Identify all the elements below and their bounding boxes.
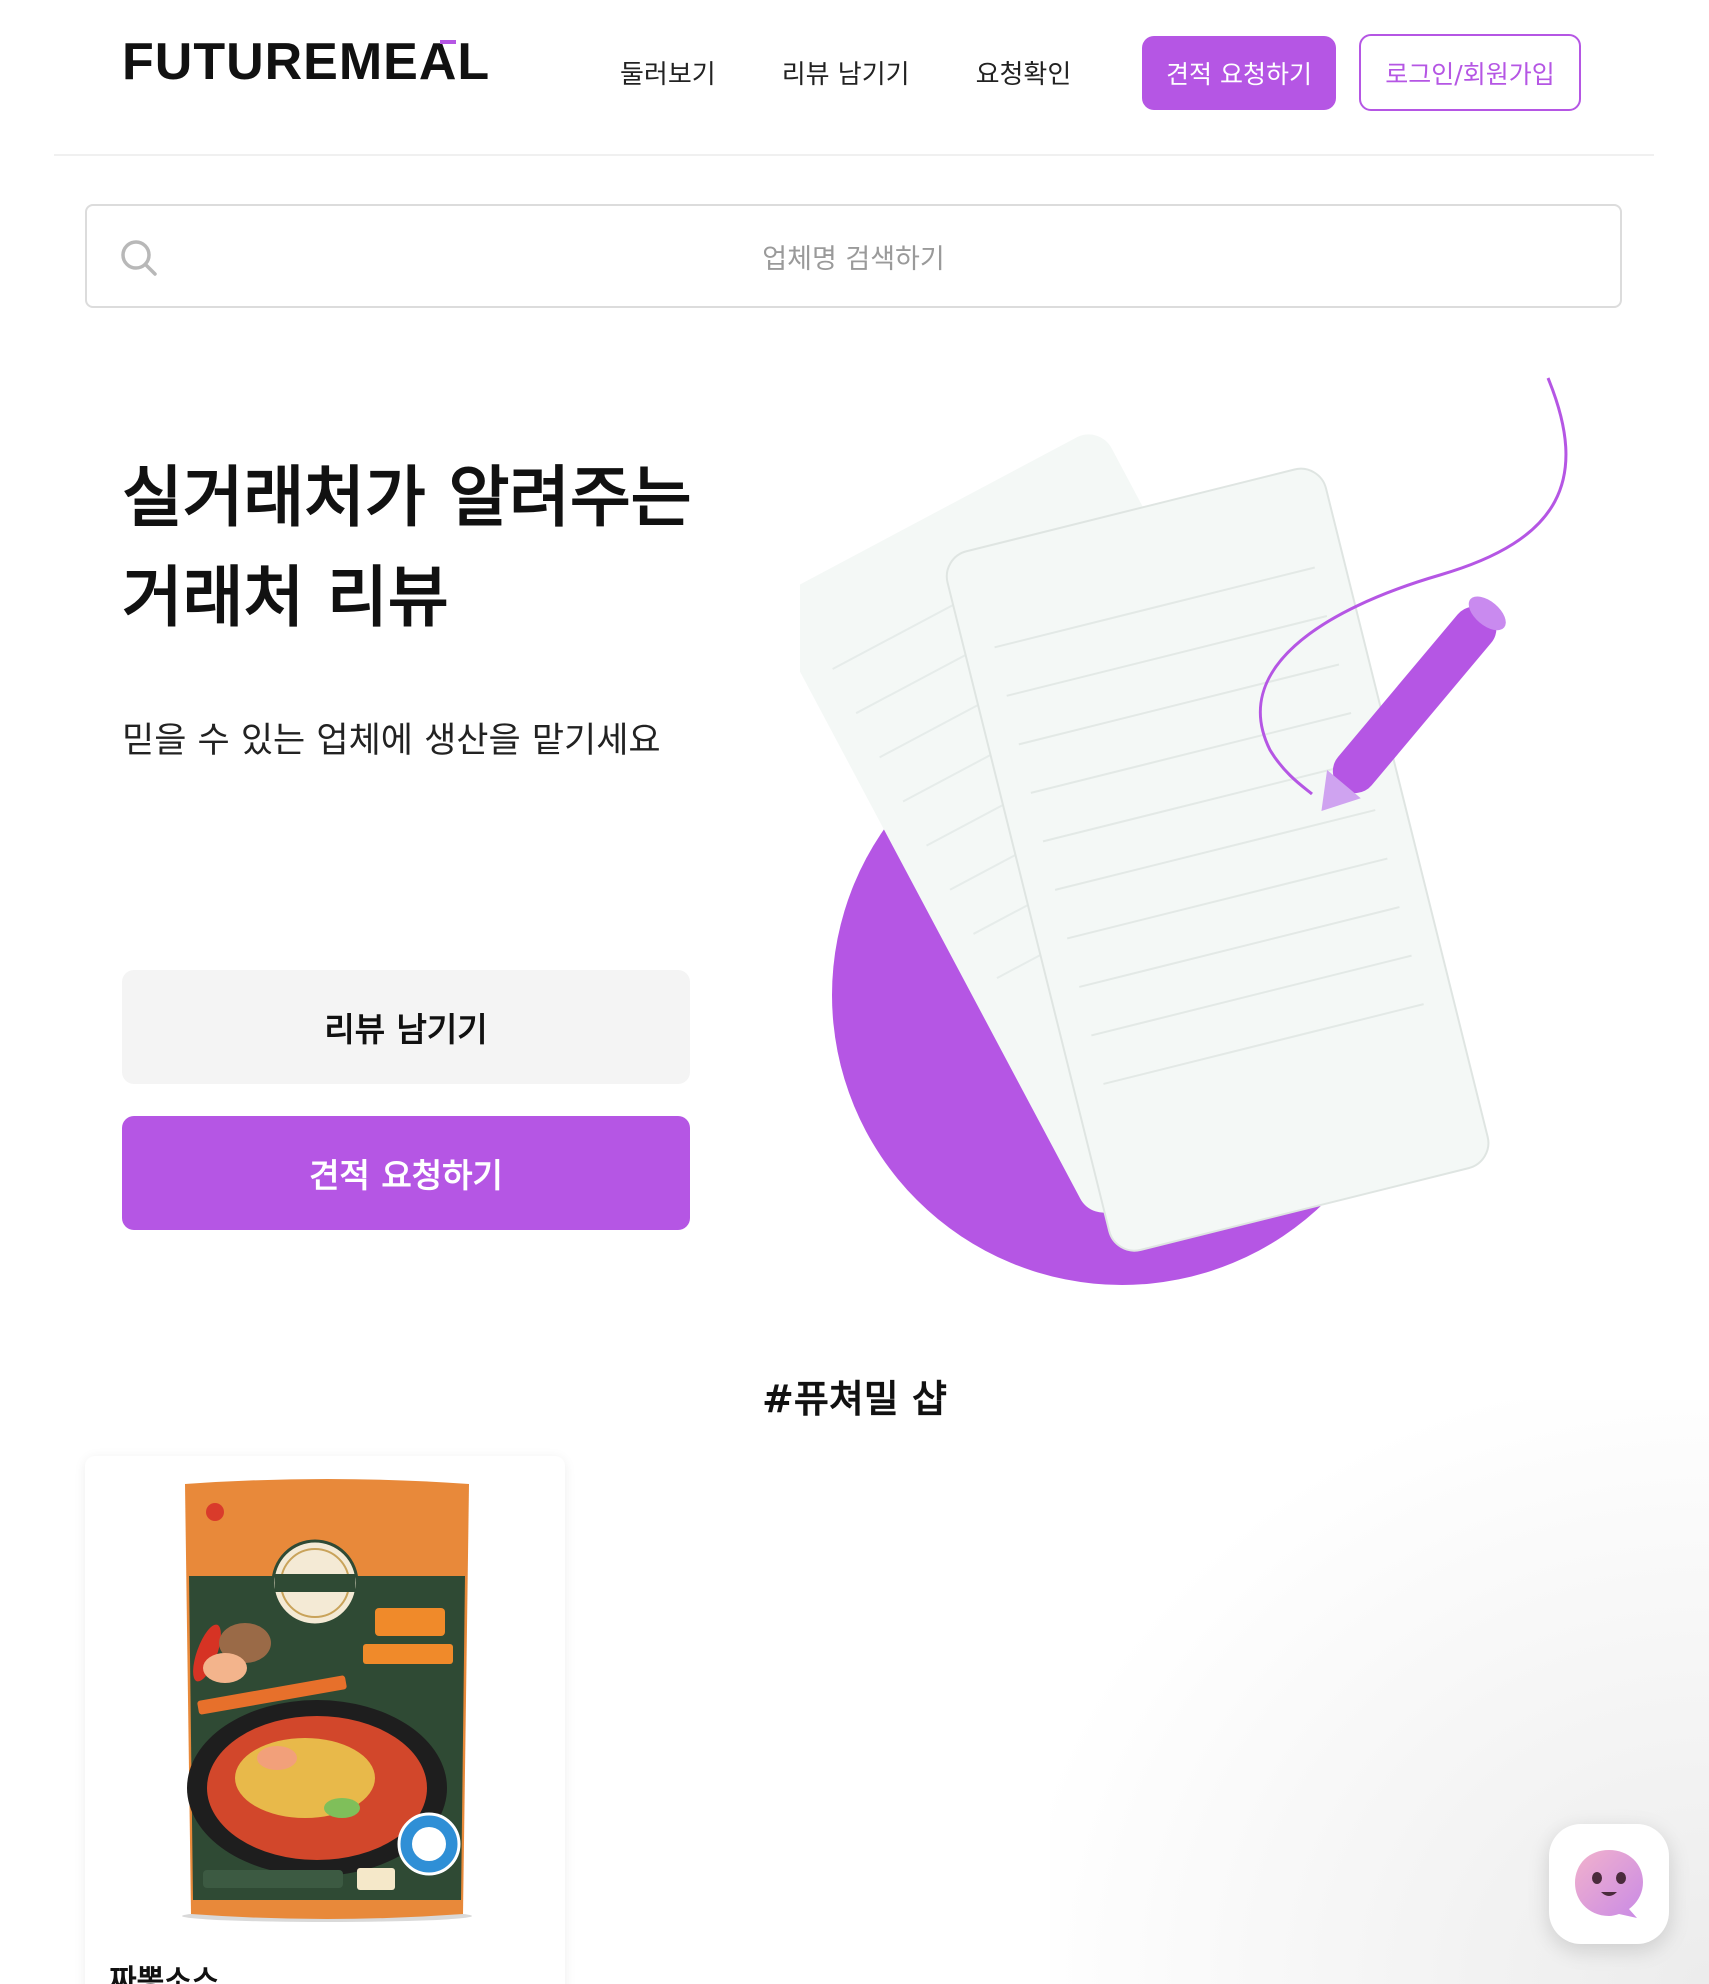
write-review-button[interactable]: 리뷰 남기기 <box>122 970 690 1084</box>
product-name: 짜뽕소스 <box>109 1964 220 1984</box>
quote-request-button[interactable]: 견적 요청하기 <box>122 1116 690 1230</box>
chat-button[interactable] <box>1549 1824 1669 1944</box>
chat-bot-icon <box>1575 1850 1643 1918</box>
nav-check-requests[interactable]: 요청확인 <box>976 54 1072 91</box>
search-bar[interactable]: 업체명 검색하기 <box>85 204 1622 308</box>
hero-title-line-2: 거래처 리뷰 <box>122 559 449 636</box>
nav-write-review[interactable]: 리뷰 남기기 <box>782 54 910 91</box>
nav-browse[interactable]: 둘러보기 <box>620 54 716 91</box>
review-illustration <box>800 377 1568 1285</box>
hero-title-line-1: 실거래처가 알려주는 <box>122 459 692 536</box>
hero-subtitle: 믿을 수 있는 업체에 생산을 맡기세요 <box>122 721 661 761</box>
search-input[interactable]: 업체명 검색하기 <box>87 206 1620 306</box>
header-divider <box>54 154 1654 156</box>
product-card[interactable]: 짜뽕소스 <box>85 1456 565 1984</box>
site-header: FUTUREMEAL 둘러보기 리뷰 남기기 요청확인 견적 요청하기 로그인/… <box>0 0 1709 156</box>
main-nav: 둘러보기 리뷰 남기기 요청확인 <box>620 34 1137 110</box>
login-signup-button[interactable]: 로그인/회원가입 <box>1359 34 1581 111</box>
hero-title: 실거래처가 알려주는 거래처 리뷰 <box>122 448 691 648</box>
logo[interactable]: FUTUREMEAL <box>122 36 490 88</box>
logo-accent-icon <box>440 40 456 44</box>
header-quote-request-button[interactable]: 견적 요청하기 <box>1142 36 1336 110</box>
product-image <box>182 1479 472 1922</box>
